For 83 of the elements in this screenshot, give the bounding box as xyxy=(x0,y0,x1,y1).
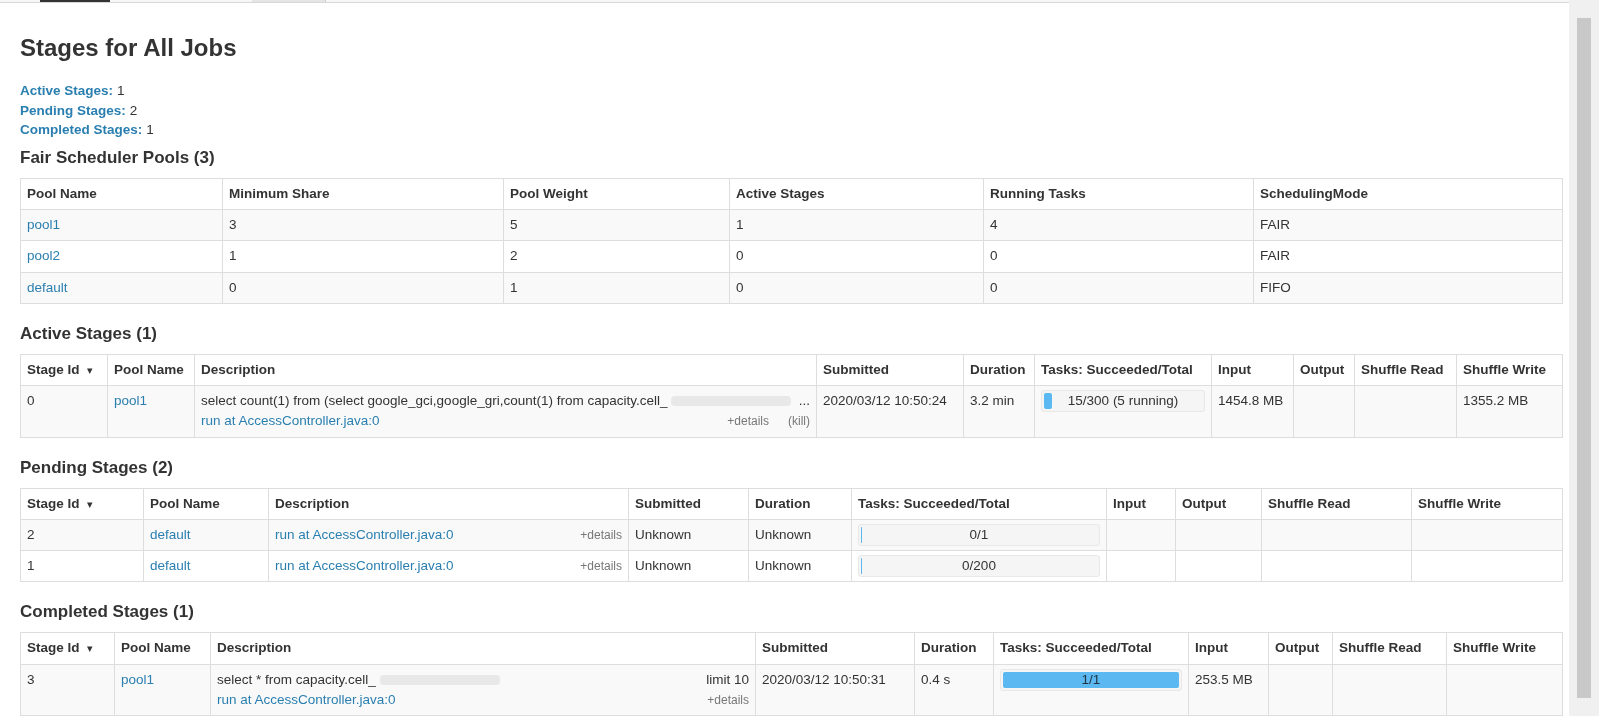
summary-link[interactable]: Completed Stages: xyxy=(20,120,143,140)
query-text: ... xyxy=(798,392,810,410)
details-link[interactable]: +details xyxy=(707,690,749,709)
query-text: select * from capacity.cell_ xyxy=(217,670,376,689)
kill-link[interactable]: (kill) xyxy=(788,412,810,431)
table-cell: 0.4 s xyxy=(914,664,994,716)
progress-label: 0/1 xyxy=(969,525,989,544)
progress-label: 1/1 xyxy=(1081,670,1101,689)
table-cell: Unknown xyxy=(748,550,852,582)
table-cell: 1 xyxy=(20,550,144,582)
pool-link[interactable]: pool1 xyxy=(27,217,61,232)
column-header: Pool Name xyxy=(20,178,223,210)
table-cell: 253.5 MB xyxy=(1188,664,1269,716)
pool-link[interactable]: default xyxy=(150,526,191,542)
summary-value: 2 xyxy=(129,101,138,120)
section-heading: Completed Stages (1) xyxy=(20,601,195,624)
section-heading: Active Stages (1) xyxy=(20,322,158,345)
column-header[interactable]: Description xyxy=(201,361,276,377)
pool-link[interactable]: pool1 xyxy=(121,671,155,687)
table-cell: FAIR xyxy=(1253,240,1563,272)
table-cell: 4 xyxy=(983,209,1254,241)
scrollbar[interactable] xyxy=(1569,0,1599,716)
column-header[interactable]: Stage Id xyxy=(27,640,80,656)
stage-link[interactable]: run at AccessController.java:0 xyxy=(275,556,454,577)
column-header[interactable]: Input xyxy=(1218,361,1251,377)
pool-link[interactable]: default xyxy=(27,279,68,295)
table-cell: 5 xyxy=(503,209,730,241)
table-cell: 0 xyxy=(20,385,108,437)
details-link[interactable]: +details xyxy=(727,412,769,431)
column-header: Running Tasks xyxy=(983,178,1254,210)
summary-value: 1 xyxy=(146,121,154,140)
table-cell: 2020/03/12 10:50:24 xyxy=(816,385,964,437)
table-cell: 0 xyxy=(983,240,1254,272)
table-cell: 3 xyxy=(222,209,504,241)
table-cell: 0 xyxy=(983,272,1254,304)
sort-indicator: ▾ xyxy=(86,497,93,510)
column-header[interactable]: Description xyxy=(275,495,350,511)
stage-link[interactable]: run at AccessController.java:0 xyxy=(217,689,396,710)
page-title: Stages for All Jobs xyxy=(20,33,238,64)
query-text: select count(1) from (select google_gci,google_gri,count(1) from capacity.cell_ xyxy=(201,392,668,410)
table-cell: FIFO xyxy=(1253,272,1563,304)
table-cell: 3.2 min xyxy=(963,385,1035,437)
section-heading: Fair Scheduler Pools (3) xyxy=(20,146,216,169)
column-header: SchedulingMode xyxy=(1253,178,1563,210)
column-header: Active Stages xyxy=(729,178,984,210)
table-cell: 2 xyxy=(503,240,730,272)
stage-link[interactable]: run at AccessController.java:0 xyxy=(201,411,380,432)
sort-indicator: ▾ xyxy=(86,363,93,376)
table-cell: 1 xyxy=(729,209,984,241)
table-cell: 1 xyxy=(503,272,730,304)
column-header[interactable]: Stage Id xyxy=(27,361,80,377)
table-cell: Unknown xyxy=(628,550,749,582)
summary-value: 1 xyxy=(117,82,125,101)
progress-label: 15/300 (5 running) xyxy=(1067,392,1179,410)
table-cell: 2 xyxy=(20,519,144,551)
table-cell: 1355.2 MB xyxy=(1456,385,1563,437)
table-cell: Unknown xyxy=(748,519,852,551)
table-cell: 1 xyxy=(222,240,504,272)
table-cell: 0 xyxy=(729,272,984,304)
pool-link[interactable]: pool2 xyxy=(27,248,61,264)
details-link[interactable]: +details xyxy=(580,557,622,575)
column-header: Minimum Share xyxy=(222,178,504,210)
pool-link[interactable]: default xyxy=(150,558,191,573)
sort-indicator: ▾ xyxy=(86,642,93,655)
scrollbar-thumb[interactable] xyxy=(1577,18,1591,698)
pool-link[interactable]: pool1 xyxy=(114,393,148,408)
table-cell: Unknown xyxy=(628,519,749,551)
column-header[interactable]: Description xyxy=(217,640,292,656)
table-cell: 1454.8 MB xyxy=(1211,385,1294,437)
table-cell: 0 xyxy=(222,272,504,304)
table-cell: FAIR xyxy=(1253,209,1563,241)
summary-link[interactable]: Active Stages: xyxy=(20,81,114,101)
summary-link[interactable]: Pending Stages: xyxy=(20,100,126,121)
table-cell: 0 xyxy=(729,240,984,272)
section-heading: Pending Stages (2) xyxy=(20,456,175,479)
column-header: Pool Weight xyxy=(503,178,730,210)
query-text: limit 10 xyxy=(706,670,749,689)
column-header[interactable]: Stage Id xyxy=(27,495,80,511)
progress-label: 0/200 xyxy=(962,557,996,575)
stage-link[interactable]: run at AccessController.java:0 xyxy=(275,524,454,545)
table-cell: 3 xyxy=(20,664,115,716)
table-cell: 2020/03/12 10:50:31 xyxy=(755,664,915,716)
details-link[interactable]: +details xyxy=(580,525,622,544)
